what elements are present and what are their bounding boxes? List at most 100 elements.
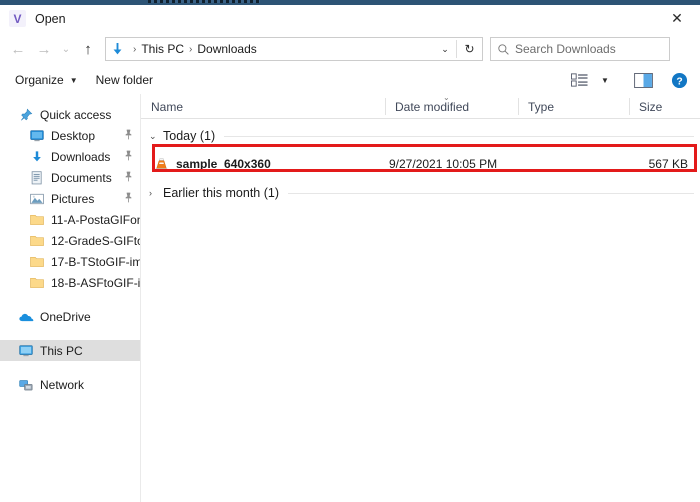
search-box[interactable]: Search Downloads	[490, 37, 670, 61]
group-label: Earlier this month (1)	[163, 186, 280, 200]
background-window-chrome	[148, 0, 260, 3]
documents-icon	[29, 170, 45, 186]
chevron-right-icon[interactable]: ›	[149, 188, 163, 198]
group-header-earlier-this-month[interactable]: › Earlier this month (1)	[141, 180, 700, 206]
navigation-bar: ← → ⌄ ↑ › This PC › Downloads ⌄ ↻ Search…	[0, 32, 700, 66]
sidebar-item-label: Desktop	[51, 128, 96, 143]
sidebar-item-label: Downloads	[51, 149, 111, 164]
chevron-down-icon: ▼	[69, 75, 78, 85]
downloads-arrow-icon	[29, 149, 45, 165]
pin-icon[interactable]	[124, 150, 133, 164]
file-list-pane: Name Date modified ⌄ Type Size ⌄ Today (…	[141, 93, 700, 502]
column-label: Name	[151, 99, 184, 114]
column-label: Size	[639, 99, 663, 114]
chevron-down-icon[interactable]: ⌄	[149, 131, 163, 142]
file-name-cell[interactable]: sample_640x360	[153, 156, 271, 172]
forward-button[interactable]: →	[31, 36, 57, 62]
search-input[interactable]: Search Downloads	[515, 42, 616, 56]
folder-icon	[29, 275, 45, 291]
view-dropdown-icon[interactable]: ▼	[592, 68, 618, 92]
group-divider	[288, 192, 694, 194]
sidebar-item-folder-17b[interactable]: 17-B-TStoGIF-imag	[0, 251, 140, 272]
toolbar-right-group: ▼ ?	[566, 66, 692, 94]
organize-label: Organize	[15, 73, 64, 87]
network-icon	[18, 377, 34, 393]
breadcrumb: › This PC › Downloads	[128, 42, 257, 56]
column-label: Type	[528, 99, 555, 114]
group-divider	[224, 135, 694, 137]
help-circle-icon[interactable]: ?	[666, 68, 692, 92]
sidebar-item-label: Pictures	[51, 191, 95, 206]
sidebar-item-label: 18-B-ASFtoGIF-ima	[51, 275, 140, 290]
star-pin-icon	[18, 107, 34, 123]
svg-text:?: ?	[676, 76, 682, 87]
chevron-down-glyph: ▼	[601, 75, 609, 85]
column-header-row: Name Date modified ⌄ Type Size	[141, 93, 700, 119]
preview-pane-icon[interactable]	[630, 68, 656, 92]
group-header-today[interactable]: ⌄ Today (1)	[141, 123, 700, 149]
dialog-body: Quick access Desktop Downloads Documents…	[0, 93, 700, 502]
sidebar-item-folder-18b[interactable]: 18-B-ASFtoGIF-ima	[0, 272, 140, 293]
pin-icon[interactable]	[124, 171, 133, 185]
command-toolbar: Organize ▼ New folder ▼ ?	[0, 66, 700, 94]
title-bar: V Open ✕	[0, 5, 700, 32]
address-bar[interactable]: › This PC › Downloads ⌄ ↻	[105, 37, 483, 61]
column-header-size[interactable]: Size	[629, 94, 700, 119]
back-button[interactable]: ←	[5, 36, 31, 62]
sidebar-item-label: OneDrive	[40, 309, 91, 324]
refresh-icon[interactable]: ↻	[457, 38, 482, 60]
sidebar-item-desktop[interactable]: Desktop	[0, 125, 140, 146]
sidebar-item-downloads[interactable]: Downloads	[0, 146, 140, 167]
column-label: Date modified	[395, 99, 470, 114]
navigation-pane: Quick access Desktop Downloads Documents…	[0, 94, 140, 502]
sidebar-item-label: 17-B-TStoGIF-imag	[51, 254, 140, 269]
pin-icon[interactable]	[124, 129, 133, 143]
sidebar-item-label: 11-A-PostaGIFonIns	[51, 212, 140, 227]
new-folder-label: New folder	[95, 73, 153, 87]
vlc-cone-icon	[153, 156, 169, 172]
sidebar-item-label: 12-GradeS-GIFtoVid	[51, 233, 140, 248]
address-dropdown-icon[interactable]: ⌄	[434, 38, 456, 60]
column-header-type[interactable]: Type	[518, 94, 629, 119]
sidebar-item-label: Documents	[51, 170, 112, 185]
close-icon[interactable]: ✕	[654, 5, 700, 32]
downloads-arrow-icon	[106, 38, 128, 60]
sort-chevron-icon: ⌄	[443, 93, 450, 102]
sidebar-item-label: Quick access	[40, 107, 112, 122]
breadcrumb-downloads[interactable]: Downloads	[197, 42, 256, 56]
open-file-dialog: V Open ✕ ← → ⌄ ↑ › This PC › Downloads ⌄…	[0, 0, 700, 502]
sidebar-item-documents[interactable]: Documents	[0, 167, 140, 188]
table-row[interactable]: sample_640x360 9/27/2021 10:05 PM 567 KB	[141, 153, 700, 175]
breadcrumb-this-pc[interactable]: This PC	[141, 42, 184, 56]
folder-icon	[29, 212, 45, 228]
sidebar-item-pictures[interactable]: Pictures	[0, 188, 140, 209]
sidebar-item-network[interactable]: Network	[0, 374, 140, 395]
vlc-v-icon: V	[9, 10, 26, 27]
sidebar-item-folder-11a[interactable]: 11-A-PostaGIFonIns	[0, 209, 140, 230]
column-header-date-modified[interactable]: Date modified	[385, 94, 518, 119]
sidebar-item-label: This PC	[40, 343, 83, 358]
this-pc-icon	[18, 343, 34, 359]
folder-icon	[29, 254, 45, 270]
group-label: Today (1)	[163, 129, 216, 143]
organize-button[interactable]: Organize ▼	[6, 68, 87, 92]
folder-icon	[29, 233, 45, 249]
new-folder-button[interactable]: New folder	[87, 68, 162, 92]
sidebar-item-folder-12[interactable]: 12-GradeS-GIFtoVid	[0, 230, 140, 251]
view-list-icon[interactable]	[566, 68, 592, 92]
sidebar-item-quick-access[interactable]: Quick access	[0, 104, 140, 125]
file-date-cell: 9/27/2021 10:05 PM	[389, 157, 498, 171]
desktop-icon	[29, 128, 45, 144]
sidebar-item-label: Network	[40, 377, 85, 392]
search-icon	[491, 43, 515, 56]
recent-locations-button[interactable]: ⌄	[57, 36, 75, 62]
file-name-label: sample_640x360	[176, 157, 271, 171]
pin-icon[interactable]	[124, 192, 133, 206]
sidebar-item-this-pc[interactable]: This PC	[0, 340, 140, 361]
sidebar-item-onedrive[interactable]: OneDrive	[0, 306, 140, 327]
column-header-name[interactable]: Name	[141, 94, 385, 119]
onedrive-cloud-icon	[18, 309, 34, 325]
window-title: Open	[35, 11, 66, 26]
up-button[interactable]: ↑	[75, 36, 101, 62]
pictures-icon	[29, 191, 45, 207]
